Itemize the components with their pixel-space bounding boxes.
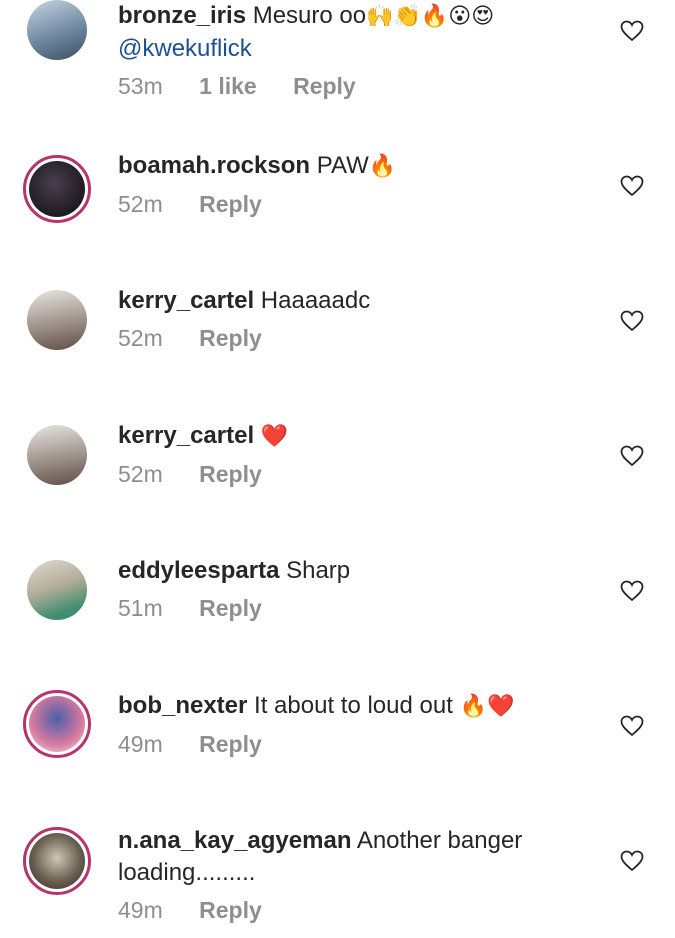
reply-button[interactable]: Reply bbox=[199, 191, 262, 217]
comment-username[interactable]: kerry_cartel bbox=[118, 422, 254, 449]
heart-outline-icon[interactable] bbox=[620, 580, 644, 602]
comment-message: Sharp bbox=[286, 557, 351, 584]
comment-message: PAW bbox=[316, 152, 369, 179]
mention-link[interactable]: @kwekuflick bbox=[118, 35, 252, 62]
comment-username[interactable]: n.ana_kay_agyeman bbox=[118, 827, 351, 854]
comment-time: 51m bbox=[118, 595, 163, 621]
comment-meta: 49m Reply bbox=[118, 895, 598, 925]
comment-meta: 53m 1 like Reply bbox=[118, 71, 598, 101]
heart-outline-icon[interactable] bbox=[620, 175, 644, 197]
comment-emojis: ❤️ bbox=[260, 424, 289, 449]
comment-emojis: 🙌👏🔥😮😍 bbox=[366, 4, 495, 29]
comment-emojis: 🔥❤️ bbox=[459, 694, 515, 719]
comment-meta: 51m Reply bbox=[118, 593, 598, 623]
comment-text: kerry_cartel ❤️ bbox=[118, 420, 598, 453]
comment-username[interactable]: boamah.rockson bbox=[118, 152, 310, 179]
comment-meta: 49m Reply bbox=[118, 729, 598, 759]
comment-username[interactable]: bronze_iris bbox=[118, 2, 246, 29]
comment-username[interactable]: bob_nexter bbox=[118, 692, 247, 719]
comment-username[interactable]: kerry_cartel bbox=[118, 287, 254, 314]
comment-time: 52m bbox=[118, 325, 163, 351]
comment-text: boamah.rockson PAW🔥 bbox=[118, 150, 598, 183]
heart-outline-icon[interactable] bbox=[620, 850, 644, 872]
avatar[interactable] bbox=[23, 827, 91, 895]
comment-emojis: 🔥 bbox=[368, 154, 397, 179]
likes-count[interactable]: 1 like bbox=[199, 73, 257, 99]
avatar[interactable] bbox=[27, 290, 87, 350]
heart-outline-icon[interactable] bbox=[620, 20, 644, 42]
reply-button[interactable]: Reply bbox=[199, 325, 262, 351]
comment-time: 49m bbox=[118, 731, 163, 757]
comment-meta: 52m Reply bbox=[118, 323, 598, 353]
avatar[interactable] bbox=[23, 155, 91, 223]
comment-time: 53m bbox=[118, 73, 163, 99]
avatar[interactable] bbox=[27, 425, 87, 485]
comment-message: Haaaaadc bbox=[260, 287, 371, 314]
comment-time: 49m bbox=[118, 897, 163, 923]
comment-text: n.ana_kay_agyeman Another banger loading… bbox=[118, 825, 598, 889]
avatar[interactable] bbox=[27, 560, 87, 620]
heart-outline-icon[interactable] bbox=[620, 310, 644, 332]
heart-outline-icon[interactable] bbox=[620, 715, 644, 737]
reply-button[interactable]: Reply bbox=[293, 73, 356, 99]
comment-meta: 52m Reply bbox=[118, 189, 598, 219]
comment-time: 52m bbox=[118, 461, 163, 487]
reply-button[interactable]: Reply bbox=[199, 461, 262, 487]
heart-outline-icon[interactable] bbox=[620, 445, 644, 467]
reply-button[interactable]: Reply bbox=[199, 897, 262, 923]
comment-message: It about to loud out bbox=[254, 692, 453, 719]
comment-username[interactable]: eddyleesparta bbox=[118, 557, 279, 584]
avatar[interactable] bbox=[27, 0, 87, 60]
comment-text: bronze_iris Mesuro oo🙌👏🔥😮😍 @kwekuflick bbox=[118, 0, 598, 65]
comment-text: bob_nexter It about to loud out 🔥❤️ bbox=[118, 690, 598, 723]
comment-message: Mesuro oo bbox=[252, 2, 367, 29]
reply-button[interactable]: Reply bbox=[199, 595, 262, 621]
comment-text: eddyleesparta Sharp bbox=[118, 555, 598, 587]
comment-time: 52m bbox=[118, 191, 163, 217]
avatar[interactable] bbox=[23, 690, 91, 758]
comment-meta: 52m Reply bbox=[118, 459, 598, 489]
reply-button[interactable]: Reply bbox=[199, 731, 262, 757]
comment-text: kerry_cartel Haaaaadc bbox=[118, 285, 598, 317]
